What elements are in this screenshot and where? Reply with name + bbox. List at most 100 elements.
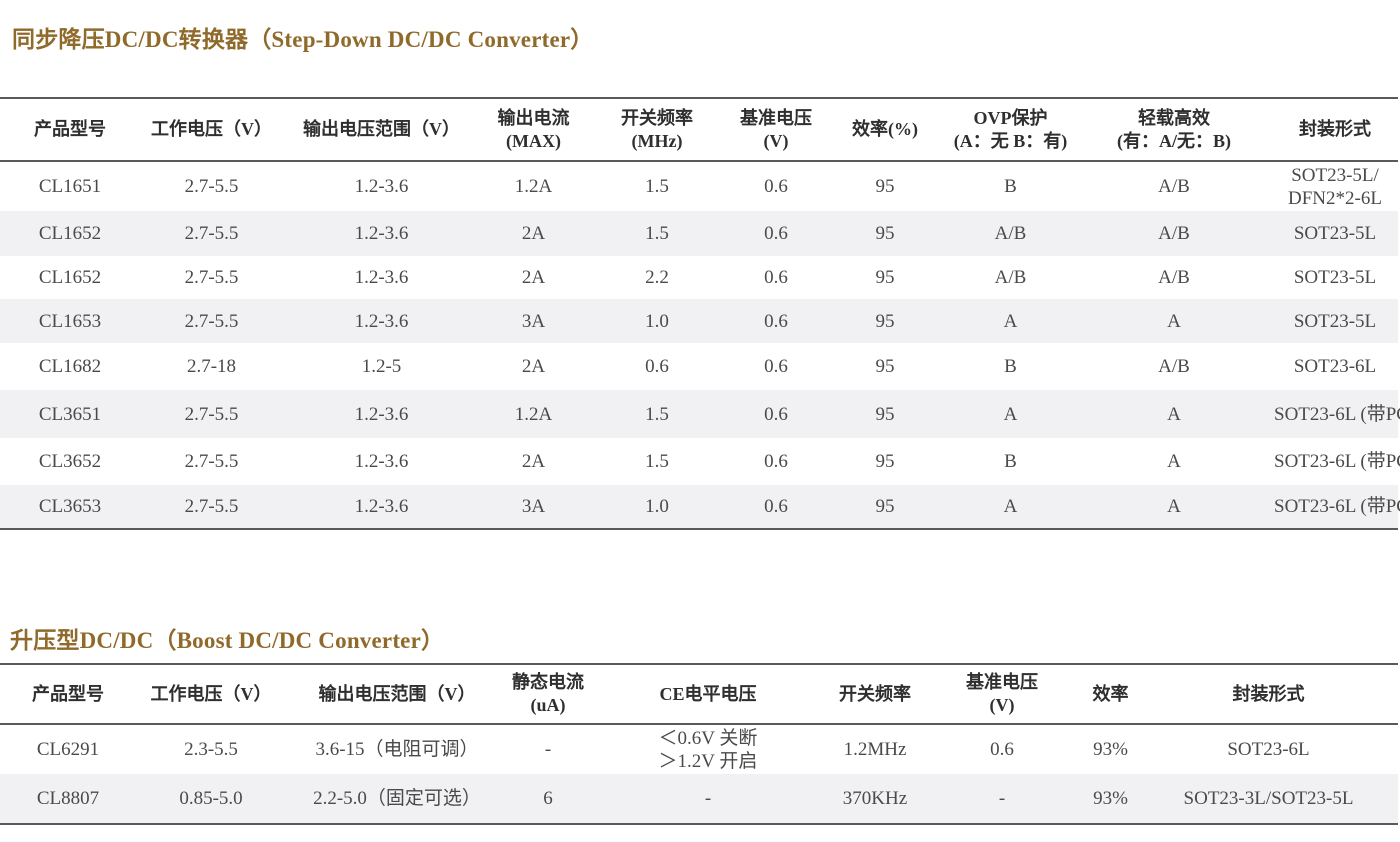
- table-cell: A: [1076, 299, 1272, 343]
- cell-text: A: [1003, 403, 1018, 425]
- column-header: 工作电压（V）: [136, 664, 286, 725]
- table-cell: SOT23-5L: [1272, 211, 1398, 256]
- cell-text: 0.85-5.0: [179, 788, 243, 809]
- header-row: 产品型号 工作电压（V） 输出电压范围（V） 输出电流 (MAX) 开关频率 (MHz) 基准…: [0, 98, 1398, 162]
- cell-text: 0.6: [764, 223, 788, 244]
- cell-text: 封装形式: [1232, 683, 1305, 704]
- cell-text: 0.6: [764, 356, 788, 377]
- table-cell: 2A: [480, 256, 587, 299]
- table-cell: -: [922, 774, 1082, 824]
- cell-text: SOT23-6L (带PG): [1274, 496, 1400, 517]
- cell-text: 2A: [521, 223, 546, 244]
- table-row: CL3653 2.7-5.5 1.2-3.6 3A 1.0 0.6 95 A A SOT23-6L…: [0, 485, 1400, 529]
- table-cell: A/B: [945, 211, 1076, 256]
- cell-text: CL1652: [38, 267, 102, 288]
- cell-text: SOT23-5L: [1293, 267, 1377, 288]
- table-cell: 1.2A: [480, 161, 587, 211]
- cell-text: 0.6: [764, 310, 788, 332]
- cell-text: A: [1167, 403, 1181, 425]
- cell-text: A: [1003, 496, 1018, 517]
- table-cell: A: [1076, 438, 1272, 485]
- table-cell: 1.2-3.6: [283, 390, 480, 438]
- column-header: 开关频率: [828, 664, 922, 725]
- cell-text: 0.6: [764, 451, 788, 472]
- cell-text: (A：无 B：有): [953, 130, 1068, 151]
- cell-text: A: [1003, 310, 1018, 332]
- table-cell: 2.7-5.5: [140, 485, 283, 529]
- cell-text: 6: [543, 788, 553, 809]
- table-cell: 95: [825, 256, 945, 299]
- cell-text: (MHz): [631, 130, 683, 151]
- cell-text: (uA): [530, 695, 566, 715]
- header-row: 产品型号 工作电压（V） 输出电压范围（V） 静态电流 (uA) CE电平电压 开关频率 基准…: [0, 664, 1398, 725]
- table-cell: SOT23-5L/DFN2*2-6L: [1272, 161, 1398, 211]
- column-header: 基准电压 (V): [922, 664, 1082, 725]
- table-cell: 93%: [1082, 774, 1139, 824]
- cell-text: A: [1167, 496, 1181, 517]
- table-cell: 2A: [480, 343, 587, 390]
- cell-text: SOT23-5L: [1293, 310, 1377, 332]
- cell-text: B: [1004, 451, 1017, 472]
- table-cell: CL1653: [0, 299, 140, 343]
- table-cell: 1.2-3.6: [283, 485, 480, 529]
- boost-section-title: 升压型DC/DC（Boost DC/DC Converter）: [10, 628, 445, 653]
- table-cell: A: [945, 485, 1076, 529]
- column-header: 产品型号: [0, 664, 136, 725]
- table-cell: 1.5: [587, 211, 727, 256]
- cell-text: 0.6: [764, 176, 788, 197]
- table-cell: SOT23-5L: [1272, 299, 1398, 343]
- cell-text: OVP保护: [973, 107, 1048, 128]
- cell-text: B: [1004, 356, 1017, 377]
- cell-text: 1.2-3.6: [354, 496, 409, 517]
- table-cell: A/B: [1076, 161, 1272, 211]
- table-cell: 3A: [480, 299, 587, 343]
- cell-text: 3A: [521, 496, 546, 517]
- column-header: 开关频率 (MHz): [587, 98, 727, 162]
- cell-text: 0.6: [764, 403, 788, 425]
- cell-text: ＞1.2V 开启: [658, 750, 758, 772]
- table-cell: CL8807: [0, 774, 136, 824]
- table-cell: A: [945, 299, 1076, 343]
- table-cell: SOT23-6L: [1139, 724, 1398, 774]
- table-cell: A/B: [1076, 211, 1272, 256]
- table-cell: SOT23-5L: [1272, 256, 1398, 299]
- cell-text: SOT23-6L (带PG): [1274, 403, 1400, 425]
- cell-text: 1.2-5: [361, 356, 402, 377]
- cell-text: A: [1167, 310, 1181, 332]
- cell-text: A/B: [1158, 267, 1190, 288]
- table-cell: 95: [825, 161, 945, 211]
- cell-text: 2.7-5.5: [184, 310, 239, 332]
- column-header: 输出电流 (MAX): [480, 98, 587, 162]
- cell-text: 输出电压范围（V）: [303, 119, 460, 139]
- cell-text: 2.2: [645, 267, 669, 288]
- cell-text: CL3653: [38, 496, 102, 517]
- cell-text: -: [704, 788, 712, 809]
- column-header: 封装形式: [1139, 664, 1398, 725]
- table-cell: 1.5: [587, 390, 727, 438]
- cell-text: 2A: [521, 451, 546, 472]
- table-cell: A: [1076, 485, 1272, 529]
- table-cell: A/B: [945, 256, 1076, 299]
- table-cell: B: [945, 438, 1076, 485]
- cell-text: 2.7-5.5: [184, 496, 239, 517]
- cell-text: 1.2-3.6: [354, 267, 409, 288]
- table-cell: 1.2-3.6: [283, 161, 480, 211]
- table-row: CL3651 2.7-5.5 1.2-3.6 1.2A 1.5 0.6 95 A A SOT23-…: [0, 390, 1400, 438]
- table-row: CL1652 2.7-5.5 1.2-3.6 2A 2.2 0.6 95 A/B A/B SOT2…: [0, 256, 1398, 299]
- table-cell: 3A: [480, 485, 587, 529]
- cell-text: 95: [875, 496, 895, 517]
- table-cell: 95: [825, 299, 945, 343]
- cell-text: CE电平电压: [659, 683, 757, 704]
- cell-text: 产品型号: [32, 683, 104, 704]
- table-cell: A/B: [1076, 256, 1272, 299]
- cell-text: 1.2-3.6: [354, 176, 409, 197]
- step-down-section-title: 同步降压DC/DC转换器（Step-Down DC/DC Converter）: [12, 27, 594, 52]
- table-cell: 95: [825, 485, 945, 529]
- cell-text: 2.7-5.5: [184, 267, 239, 288]
- cell-text: 93%: [1093, 739, 1128, 760]
- cell-text: 1.5: [645, 403, 669, 425]
- table-cell: 0.6: [727, 299, 825, 343]
- cell-text: SOT23-6L: [1227, 739, 1310, 760]
- table-cell: B: [945, 161, 1076, 211]
- table-cell: CL1682: [0, 343, 140, 390]
